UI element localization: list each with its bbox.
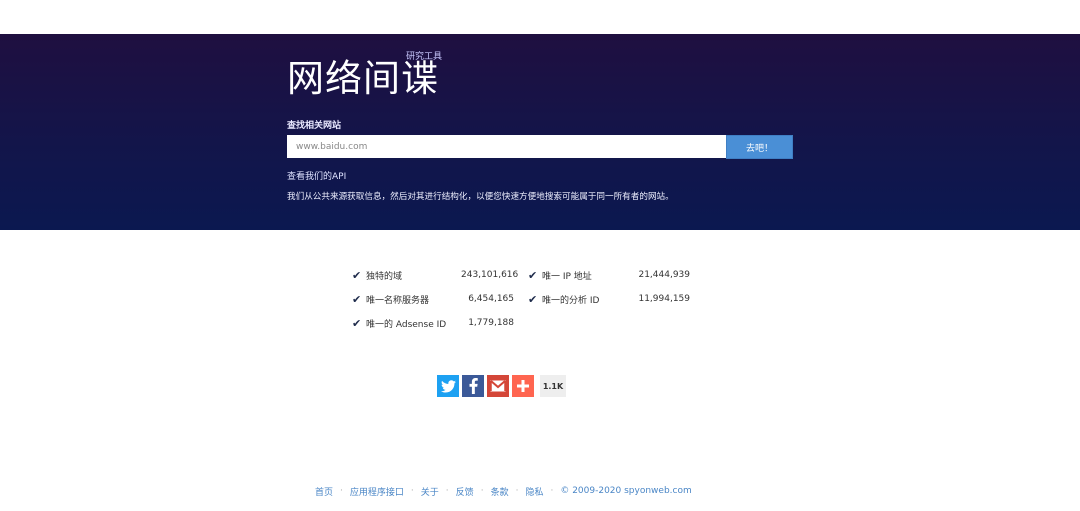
check-icon: ✔	[528, 292, 538, 306]
footer-separator: ·	[515, 486, 519, 496]
footer-separator: ·	[550, 486, 554, 496]
stat-label: 唯一的 Adsense ID	[366, 319, 447, 330]
stat-unique-nameservers: ✔ 唯一名称服务器 6,454,165	[352, 292, 514, 306]
stat-value: 21,444,939	[638, 270, 690, 280]
footer-separator: ·	[480, 486, 484, 496]
share-count-badge: 1.1K	[540, 375, 566, 397]
stat-value: 1,779,188	[468, 318, 514, 328]
check-icon: ✔	[352, 292, 362, 306]
check-icon: ✔	[528, 268, 538, 282]
gmail-icon	[490, 380, 506, 392]
stat-label: 唯一的分析 ID	[542, 295, 600, 306]
share-twitter-button[interactable]	[437, 375, 459, 397]
logo-tagline: 研究工具	[406, 52, 443, 62]
footer-link-feedback[interactable]: 反馈	[456, 485, 474, 498]
social-share-bar: 1.1K	[437, 375, 566, 397]
stat-label: 独特的域	[366, 271, 403, 282]
footer-link-terms[interactable]: 条款	[491, 485, 509, 498]
footer-link-privacy[interactable]: 隐私	[525, 485, 543, 498]
hero-banner: 网络间谍 研究工具 查找相关网站 去吧！ 查看我们的API 我们从公共来源获取信…	[0, 34, 1080, 230]
stat-unique-domains: ✔ 独特的域 243,101,616	[352, 268, 519, 282]
api-link[interactable]: 查看我们的API	[287, 171, 346, 183]
footer-separator: ·	[445, 486, 449, 496]
footer-link-about[interactable]: 关于	[421, 485, 439, 498]
footer-separator: ·	[340, 486, 343, 496]
copyright-text: © 2009-2020 spyonweb.com	[560, 486, 692, 496]
go-button[interactable]: 去吧！	[726, 135, 793, 159]
footer-nav: 首页 · 应用程序接口 · 关于 · 反馈 · 条款 · 隐私 · © 2009…	[315, 485, 692, 498]
plus-icon	[517, 380, 529, 392]
stat-value: 11,994,159	[638, 294, 690, 304]
stat-label: 唯一名称服务器	[366, 295, 430, 306]
stat-value: 6,454,165	[468, 294, 514, 304]
stat-label: 唯一 IP 地址	[542, 271, 592, 282]
twitter-icon	[440, 379, 456, 392]
footer-separator: ·	[410, 486, 414, 496]
stat-unique-analytics-ids: ✔ 唯一的分析 ID 11,994,159	[528, 292, 690, 306]
site-logo[interactable]: 网络间谍	[287, 58, 439, 100]
hero-description: 我们从公共来源获取信息，然后对其进行结构化，以便您快速方便地搜索可能属于同一所有…	[287, 192, 674, 202]
search-input[interactable]	[287, 135, 726, 158]
search-label: 查找相关网站	[287, 121, 342, 131]
footer-link-api[interactable]: 应用程序接口	[350, 485, 404, 498]
facebook-icon	[469, 378, 478, 394]
hero-content: 网络间谍 研究工具 查找相关网站 去吧！ 查看我们的API 我们从公共来源获取信…	[287, 34, 807, 230]
share-facebook-button[interactable]	[462, 375, 484, 397]
stat-unique-adsense-ids: ✔ 唯一的 Adsense ID 1,779,188	[352, 316, 514, 330]
stat-value: 243,101,616	[461, 270, 519, 280]
stat-unique-ips: ✔ 唯一 IP 地址 21,444,939	[528, 268, 690, 282]
share-gmail-button[interactable]	[487, 375, 509, 397]
check-icon: ✔	[352, 316, 362, 330]
share-more-button[interactable]	[512, 375, 534, 397]
check-icon: ✔	[352, 268, 362, 282]
footer-link-home[interactable]: 首页	[315, 485, 333, 498]
